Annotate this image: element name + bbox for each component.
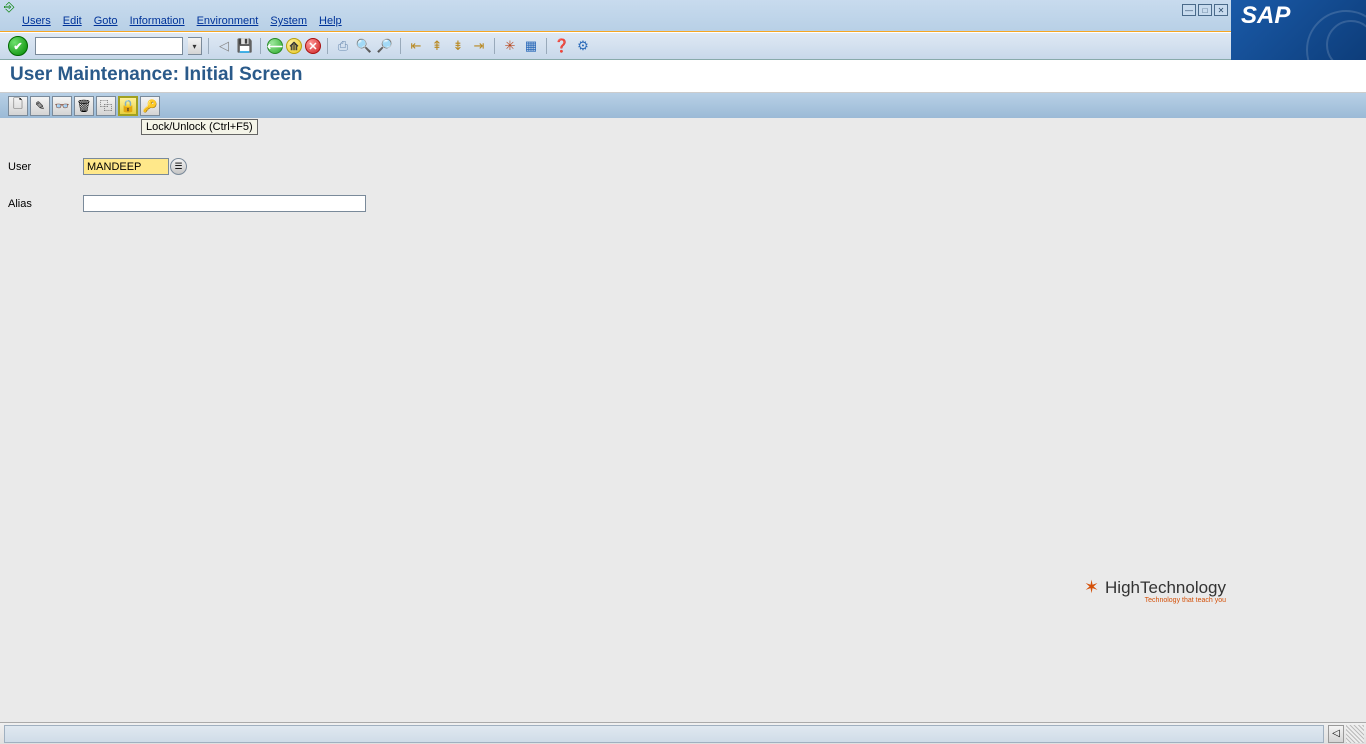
status-bar: ◁ bbox=[0, 722, 1366, 744]
command-dropdown[interactable]: ▾ bbox=[188, 37, 202, 55]
session-icon[interactable]: ⎆ bbox=[4, 0, 14, 15]
cancel-nav-icon[interactable]: ✕ bbox=[305, 38, 321, 54]
create-session-icon[interactable]: ✳ bbox=[501, 37, 519, 55]
menu-information[interactable]: Information bbox=[130, 15, 185, 27]
minimize-button[interactable]: — bbox=[1182, 4, 1196, 16]
exit-nav-icon[interactable]: ⟰ bbox=[286, 38, 302, 54]
password-button[interactable]: 🔑 bbox=[140, 96, 160, 116]
status-expand-left[interactable]: ◁ bbox=[1328, 725, 1344, 743]
user-label: User bbox=[8, 161, 83, 173]
alias-label: Alias bbox=[8, 198, 83, 210]
search-help-icon[interactable]: ☰ bbox=[170, 158, 187, 175]
sap-logo-text: SAP bbox=[1241, 2, 1290, 30]
status-message bbox=[4, 725, 1324, 743]
menu-help[interactable]: Help bbox=[319, 15, 342, 27]
alias-field[interactable] bbox=[83, 195, 366, 212]
copy-button[interactable]: ⿻ bbox=[96, 96, 116, 116]
standard-toolbar: ✔ ▾ ◁ 💾 ⟵ ⟰ ✕ ⎙ 🔍 🔎 ⇤ ⇞ ⇟ ⇥ ✳ ▦ ❓ ⚙ bbox=[0, 32, 1366, 60]
enter-button[interactable]: ✔ bbox=[8, 36, 28, 56]
back-icon[interactable]: ◁ bbox=[215, 37, 233, 55]
maximize-button[interactable]: □ bbox=[1198, 4, 1212, 16]
change-button[interactable]: ✎ bbox=[30, 96, 50, 116]
watermark-subtext: Technology that teach you bbox=[1145, 597, 1226, 604]
watermark: ✶ HighTechnology Technology that teach y… bbox=[1084, 577, 1226, 598]
resize-grip[interactable] bbox=[1346, 725, 1364, 743]
alias-row: Alias bbox=[8, 195, 1358, 212]
next-page-icon[interactable]: ⇟ bbox=[449, 37, 467, 55]
title-bar: User Maintenance: Initial Screen bbox=[0, 60, 1366, 93]
help-icon[interactable]: ❓ bbox=[553, 37, 571, 55]
watermark-text: HighTechnology bbox=[1105, 578, 1226, 598]
watermark-icon: ✶ bbox=[1084, 577, 1099, 598]
generate-shortcut-icon[interactable]: ▦ bbox=[522, 37, 540, 55]
last-page-icon[interactable]: ⇥ bbox=[470, 37, 488, 55]
menu-goto[interactable]: Goto bbox=[94, 15, 118, 27]
close-button[interactable]: ✕ bbox=[1214, 4, 1228, 16]
menu-edit[interactable]: Edit bbox=[63, 15, 82, 27]
back-nav-icon[interactable]: ⟵ bbox=[267, 38, 283, 54]
user-row: User ☰ bbox=[8, 158, 1358, 175]
user-field[interactable] bbox=[83, 158, 169, 175]
find-icon[interactable]: 🔍 bbox=[355, 37, 373, 55]
save-icon[interactable]: 💾 bbox=[236, 37, 254, 55]
window-controls: — □ ✕ bbox=[1182, 4, 1228, 16]
print-icon[interactable]: ⎙ bbox=[334, 37, 352, 55]
customize-icon[interactable]: ⚙ bbox=[574, 37, 592, 55]
command-field[interactable] bbox=[35, 37, 183, 55]
content-area: User ☰ Alias ✶ HighTechnology Technology… bbox=[0, 118, 1366, 658]
sap-logo: SAP bbox=[1231, 0, 1366, 60]
create-button[interactable]: 🗋 bbox=[8, 96, 28, 116]
first-page-icon[interactable]: ⇤ bbox=[407, 37, 425, 55]
application-toolbar: 🗋 ✎ 👓 🗑 ⿻ 🔒 🔑 Lock/Unlock (Ctrl+F5) bbox=[0, 93, 1366, 118]
lock-unlock-button[interactable]: 🔒 bbox=[118, 96, 138, 116]
prev-page-icon[interactable]: ⇞ bbox=[428, 37, 446, 55]
menu-bar: Users Edit Goto Information Environment … bbox=[0, 12, 342, 30]
display-button[interactable]: 👓 bbox=[52, 96, 72, 116]
tooltip: Lock/Unlock (Ctrl+F5) bbox=[141, 119, 258, 135]
window-header: ⎆ Users Edit Goto Information Environmen… bbox=[0, 0, 1366, 32]
menu-environment[interactable]: Environment bbox=[197, 15, 259, 27]
delete-button[interactable]: 🗑 bbox=[74, 96, 94, 116]
menu-system[interactable]: System bbox=[270, 15, 307, 27]
find-next-icon[interactable]: 🔎 bbox=[376, 37, 394, 55]
menu-users[interactable]: Users bbox=[22, 15, 51, 27]
page-title: User Maintenance: Initial Screen bbox=[10, 64, 1356, 86]
